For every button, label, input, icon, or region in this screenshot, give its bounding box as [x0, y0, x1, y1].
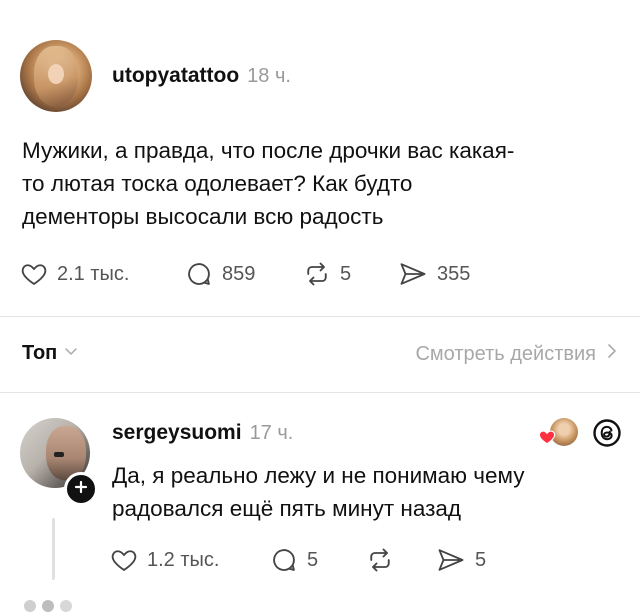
- repost-icon: [366, 546, 394, 574]
- reply-repost-button[interactable]: [366, 546, 394, 574]
- like-count: 2.1 тыс.: [57, 262, 130, 285]
- send-icon: [436, 546, 466, 574]
- chevron-right-icon: [606, 342, 618, 366]
- post-time: 18 ч.: [247, 65, 291, 87]
- liked-by-author-badge: [536, 418, 580, 448]
- chevron-down-icon: [63, 342, 79, 365]
- divider: [0, 392, 640, 393]
- avatar[interactable]: [20, 40, 92, 112]
- reply-text-line: Да, я реально лежу и не понимаю чему: [112, 463, 525, 488]
- reply-share-count: 5: [475, 548, 487, 571]
- repost-count: 5: [340, 262, 352, 285]
- sort-label: Топ: [22, 342, 58, 364]
- post-text: Мужики, а правда, что после дрочки вас к…: [22, 134, 632, 233]
- comment-icon: [270, 546, 298, 574]
- follow-button[interactable]: [64, 472, 98, 506]
- reply-text: Да, я реально лежу и не понимаю чему рад…: [112, 459, 622, 525]
- plus-icon: [74, 480, 88, 499]
- sort-dropdown[interactable]: Топ: [22, 342, 79, 365]
- post-username[interactable]: utopyatattoo: [112, 64, 239, 87]
- reply-username[interactable]: sergeysuomi: [112, 421, 242, 444]
- like-button[interactable]: 2.1 тыс.: [20, 260, 129, 288]
- reply-header: sergeysuomi 17 ч.: [112, 421, 293, 445]
- divider: [0, 316, 640, 317]
- heart-icon: [538, 428, 556, 451]
- post-text-line: Мужики, а правда, что после дрочки вас к…: [22, 138, 515, 163]
- reply-button[interactable]: 859: [185, 260, 255, 288]
- share-button[interactable]: 355: [398, 260, 470, 288]
- reply-share-button[interactable]: 5: [436, 546, 486, 574]
- thread-line: [52, 518, 55, 580]
- reply-count: 859: [222, 262, 256, 285]
- post-text-line: дементоры высосали всю радость: [22, 204, 384, 229]
- heart-icon: [110, 546, 138, 574]
- repost-icon: [303, 260, 331, 288]
- post-text-line: то лютая тоска одолевает? Как будто: [22, 171, 413, 196]
- reply-like-count: 1.2 тыс.: [147, 548, 220, 571]
- send-icon: [398, 260, 428, 288]
- comment-icon: [185, 260, 213, 288]
- reply-like-button[interactable]: 1.2 тыс.: [110, 546, 219, 574]
- post-header: utopyatattoo 18 ч.: [112, 64, 291, 88]
- reply-time: 17 ч.: [249, 422, 294, 444]
- reply-comment-count: 5: [307, 548, 319, 571]
- view-activity-link[interactable]: Смотреть действия: [415, 342, 618, 366]
- share-count: 355: [437, 262, 471, 285]
- reply-text-line: радовался ещё пять минут назад: [112, 496, 462, 521]
- reply-comment-button[interactable]: 5: [270, 546, 318, 574]
- view-activity-label: Смотреть действия: [415, 342, 596, 365]
- repost-button[interactable]: 5: [303, 260, 351, 288]
- next-item-avatars: [24, 600, 74, 612]
- threads-icon[interactable]: [592, 418, 622, 453]
- heart-icon: [20, 260, 48, 288]
